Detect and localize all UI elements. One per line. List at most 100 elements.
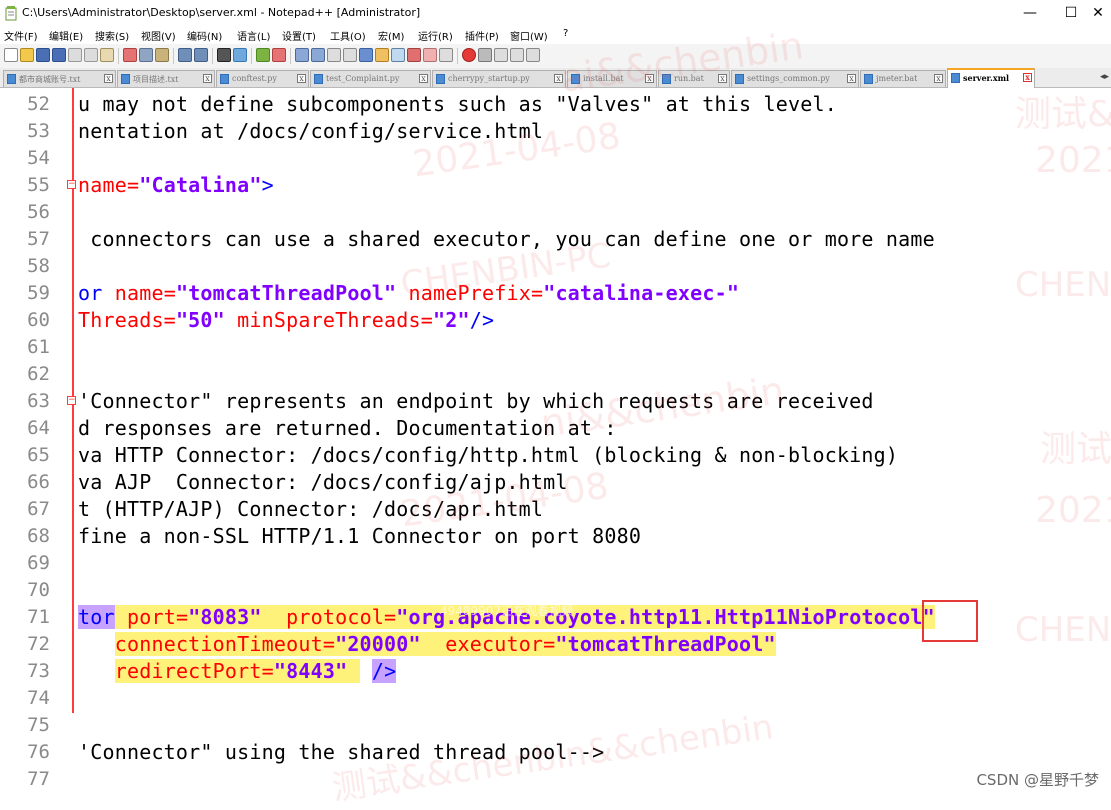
tab-run-bat[interactable]: run.bat x [658,70,730,87]
run-macro-multiple-icon[interactable] [510,48,524,62]
cut-icon[interactable] [123,48,137,62]
menu-view[interactable]: 视图(V) [141,28,176,43]
line-text: name="Catalina"> [78,173,274,197]
minimize-button[interactable]: — [1010,1,1050,25]
print-icon[interactable] [100,48,114,62]
tab-test-complaint[interactable]: test_Complaint.py x [310,70,431,87]
tab-close-icon[interactable]: x [934,74,943,83]
stop-macro-icon[interactable] [478,48,492,62]
line-text: Threads="50" minSpareThreads="2"/> [78,308,495,332]
menu-macro[interactable]: 宏(M) [378,28,404,43]
code-line: 67 t (HTTP/AJP) Connector: /docs/apr.htm… [0,496,1111,523]
code-editor[interactable]: 52 u may not define subcomponents such a… [0,88,1111,798]
fold-toggle-icon[interactable]: − [67,180,76,189]
tab-label: jmeter.bat [876,74,918,83]
tab-close-icon[interactable]: x [554,74,563,83]
tab-label: test_Complaint.py [326,74,400,83]
line-number: 68 [27,525,50,547]
tab-install-bat[interactable]: install.bat x [567,70,657,87]
code-line: 52 u may not define subcomponents such a… [0,91,1111,118]
menu-window[interactable]: 窗口(W) [510,28,548,43]
open-file-icon[interactable] [20,48,34,62]
tab-jmeter-bat[interactable]: jmeter.bat x [860,70,946,87]
code-line: 74 [0,685,1111,712]
tab-dushi-accounts[interactable]: 都市商城账号.txt x [3,70,116,87]
tab-close-icon[interactable]: x [419,74,428,83]
tab-scroll-arrows[interactable]: ◂▸ [1100,72,1109,82]
menu-search[interactable]: 搜索(S) [95,28,129,43]
menu-tools[interactable]: 工具(O) [330,28,366,43]
folder-workspace-icon[interactable] [423,48,437,62]
tab-conftest[interactable]: conftest.py x [216,70,309,87]
save-all-icon[interactable] [52,48,66,62]
menu-edit[interactable]: 编辑(E) [49,28,83,43]
tab-label: install.bat [583,74,624,83]
tab-close-icon[interactable]: x [203,74,212,83]
word-wrap-icon[interactable] [327,48,341,62]
fold-toggle-icon[interactable]: − [67,396,76,405]
save-icon[interactable] [36,48,50,62]
line-number: 60 [27,309,50,331]
line-number: 53 [27,120,50,142]
code-line: 68 fine a non-SSL HTTP/1.1 Connector on … [0,523,1111,550]
tab-settings-common[interactable]: settings_common.py x [731,70,859,87]
tab-label: conftest.py [232,74,277,83]
line-number: 72 [27,633,50,655]
tab-label: server.xml [963,73,1010,83]
line-text: 'Connector" using the shared thread pool… [78,740,605,764]
close-file-icon[interactable] [68,48,82,62]
sync-horizontal-icon[interactable] [311,48,325,62]
menu-help[interactable]: ? [563,28,568,39]
tab-close-icon[interactable]: x [847,74,856,83]
line-number: 69 [27,552,50,574]
copy-icon[interactable] [139,48,153,62]
indent-guide-icon[interactable] [359,48,373,62]
save-macro-icon[interactable] [526,48,540,62]
udl-icon[interactable] [375,48,389,62]
code-line: 62 [0,361,1111,388]
new-file-icon[interactable] [4,48,18,62]
code-line: 75 [0,712,1111,739]
menu-bar: 文件(F) 编辑(E) 搜索(S) 视图(V) 编码(N) 语言(L) 设置(T… [0,27,1111,44]
tab-close-icon[interactable]: x [297,74,306,83]
show-all-chars-icon[interactable] [343,48,357,62]
record-macro-icon[interactable] [462,48,476,62]
code-line: 55 − name="Catalina"> [0,172,1111,199]
replace-icon[interactable] [233,48,247,62]
title-bar: C:\Users\Administrator\Desktop\server.xm… [0,0,1111,27]
zoom-out-icon[interactable] [272,48,286,62]
tab-close-icon[interactable]: x [1023,73,1032,82]
function-list-icon[interactable] [407,48,421,62]
line-number: 63 [27,390,50,412]
code-line: 77 [0,766,1111,793]
menu-encoding[interactable]: 编码(N) [187,28,222,43]
tab-cherrypy-startup[interactable]: cherrypy_startup.py x [432,70,566,87]
code-line: 59 or name="tomcatThreadPool" namePrefix… [0,280,1111,307]
paste-icon[interactable] [155,48,169,62]
monitor-icon[interactable] [439,48,453,62]
line-number: 74 [27,687,50,709]
menu-settings[interactable]: 设置(T) [282,28,316,43]
line-text: nentation at /docs/config/service.html [78,119,544,143]
close-all-icon[interactable] [84,48,98,62]
tab-project-desc[interactable]: 项目描述.txt x [117,70,215,87]
tab-server-xml[interactable]: server.xml x [947,68,1035,88]
tab-close-icon[interactable]: x [645,74,654,83]
menu-plugins[interactable]: 插件(P) [465,28,499,43]
doc-map-icon[interactable] [391,48,405,62]
play-macro-icon[interactable] [494,48,508,62]
code-line: 64 d responses are returned. Documentati… [0,415,1111,442]
menu-run[interactable]: 运行(R) [418,28,453,43]
find-icon[interactable] [217,48,231,62]
tab-close-icon[interactable]: x [104,74,113,83]
sync-vertical-icon[interactable] [295,48,309,62]
zoom-in-icon[interactable] [256,48,270,62]
line-number: 56 [27,201,50,223]
menu-language[interactable]: 语言(L) [237,28,270,43]
file-icon [7,74,16,84]
undo-icon[interactable] [178,48,192,62]
close-button[interactable]: ✕ [1078,1,1111,25]
menu-file[interactable]: 文件(F) [4,28,38,43]
redo-icon[interactable] [194,48,208,62]
tab-close-icon[interactable]: x [718,74,727,83]
